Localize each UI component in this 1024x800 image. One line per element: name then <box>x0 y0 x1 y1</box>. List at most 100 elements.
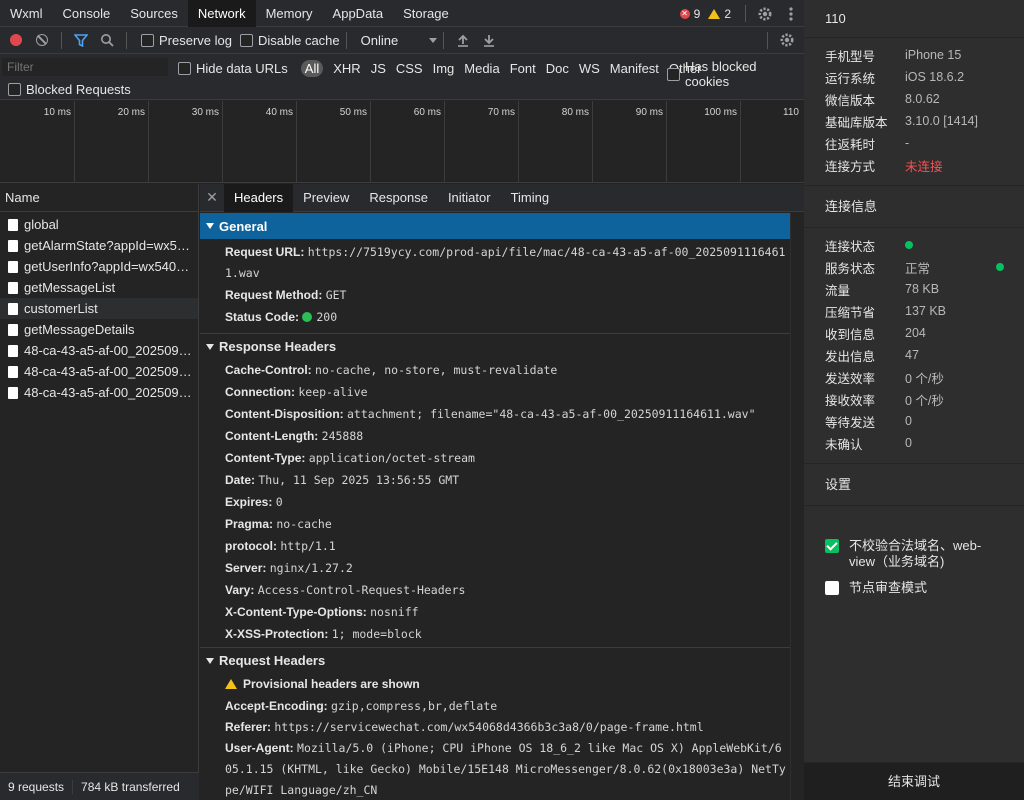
disable-cache-toggle[interactable]: Disable cache <box>239 32 340 48</box>
request-name: getMessageList <box>24 280 116 295</box>
record-button[interactable] <box>3 27 29 53</box>
request-row[interactable]: getMessageList <box>0 277 198 298</box>
filter-button[interactable] <box>68 27 94 53</box>
header-row: Expires: 0 <box>200 491 790 513</box>
clear-button[interactable] <box>29 27 55 53</box>
filter-type-font[interactable]: Font <box>510 61 536 76</box>
connection-status-icon <box>905 241 913 249</box>
blocked-requests-checkbox[interactable] <box>8 83 21 96</box>
skip-domain-check-checkbox[interactable] <box>825 539 839 553</box>
info-value: 47 <box>905 348 919 362</box>
info-key: 连接方式 <box>825 159 876 174</box>
network-toolbar: Preserve log Disable cache Online <box>0 27 804 54</box>
tab-appdata[interactable]: AppData <box>323 0 394 27</box>
provisional-warning: Provisional headers are shown <box>200 673 790 695</box>
request-row[interactable]: getAlarmState?appId=wx5406... <box>0 235 198 256</box>
tab-headers[interactable]: Headers <box>224 183 294 212</box>
tab-console[interactable]: Console <box>53 0 121 27</box>
detail-scrollbar[interactable] <box>790 213 804 800</box>
file-icon <box>8 386 18 399</box>
has-blocked-cookies-checkbox[interactable] <box>667 67 680 81</box>
status-code-row: Status Code: 200 <box>200 306 790 328</box>
node-audit-label: 节点审查模式 <box>849 580 928 595</box>
gear-icon <box>780 33 794 47</box>
request-name: 48-ca-43-a5-af-00_2025091... <box>24 343 194 358</box>
tab-wxml[interactable]: Wxml <box>0 0 53 27</box>
export-har-button[interactable] <box>476 27 502 53</box>
end-debug-button[interactable]: 结束调试 <box>804 762 1024 800</box>
filter-type-manifest[interactable]: Manifest <box>610 61 659 76</box>
request-row-selected[interactable]: customerList <box>0 298 198 319</box>
preserve-log-toggle[interactable]: Preserve log <box>141 33 232 48</box>
filter-type-img[interactable]: Img <box>433 61 455 76</box>
tab-response[interactable]: Response <box>359 184 438 212</box>
import-har-button[interactable] <box>450 27 476 53</box>
info-value: 137 KB <box>905 304 947 318</box>
header-row: Vary: Access-Control-Request-Headers <box>200 579 790 601</box>
header-key: Expires: <box>225 495 273 509</box>
error-count[interactable]: 9 <box>694 7 701 21</box>
disable-cache-label: Disable cache <box>257 32 340 48</box>
request-row[interactable]: getUserInfo?appId=wx54068d... <box>0 256 198 277</box>
request-row[interactable]: 48-ca-43-a5-af-00_2025091... <box>0 382 198 403</box>
disable-cache-checkbox[interactable] <box>239 33 253 47</box>
header-key: Request URL: <box>225 245 305 259</box>
header-value: application/octet-stream <box>308 451 475 465</box>
tab-preview[interactable]: Preview <box>293 184 359 212</box>
name-column-header[interactable]: Name <box>0 184 198 212</box>
filter-type-media[interactable]: Media <box>464 61 499 76</box>
header-key: Date: <box>225 473 256 487</box>
settings-gear-icon[interactable] <box>752 1 778 27</box>
filter-type-ws[interactable]: WS <box>579 61 600 76</box>
info-key: 未确认 <box>825 437 863 452</box>
warning-count[interactable]: 2 <box>724 7 731 21</box>
request-row[interactable]: 48-ca-43-a5-af-00_2025091... <box>0 340 198 361</box>
hide-data-urls-checkbox[interactable] <box>178 61 191 75</box>
throttling-select[interactable]: Online <box>361 33 437 48</box>
request-headers-list: Accept-Encoding: gzip,compress,br,deflat… <box>200 695 790 800</box>
info-row: 连接状态 <box>825 234 1024 256</box>
node-audit-option[interactable]: 节点审查模式 <box>804 580 1024 596</box>
timeline-overview[interactable]: 10 ms 20 ms 30 ms 40 ms 50 ms 60 ms 70 m… <box>0 101 804 183</box>
filter-type-doc[interactable]: Doc <box>546 61 569 76</box>
header-row: X-XSS-Protection: 1; mode=block <box>200 623 790 645</box>
info-key: 往返耗时 <box>825 137 876 152</box>
filter-type-all[interactable]: All <box>300 59 324 77</box>
filter-type-css[interactable]: CSS <box>396 61 423 76</box>
expand-triangle-icon <box>206 223 214 229</box>
filter-input[interactable] <box>2 58 168 76</box>
header-value: no-cache, no-store, must-revalidate <box>315 363 558 377</box>
info-value: iPhone 15 <box>905 48 962 62</box>
request-row[interactable]: 48-ca-43-a5-af-00_2025091... <box>0 361 198 382</box>
header-key: Server: <box>225 561 267 575</box>
request-row[interactable]: getMessageDetails <box>0 319 198 340</box>
response-headers-section-header[interactable]: Response Headers <box>200 333 790 359</box>
close-icon[interactable]: ✕ <box>200 189 224 206</box>
header-key: protocol: <box>225 539 277 553</box>
tab-timing[interactable]: Timing <box>501 184 560 212</box>
info-row: 运行系统 iOS 18.6.2 <box>825 66 1024 88</box>
filter-type-js[interactable]: JS <box>371 61 386 76</box>
request-headers-section-header[interactable]: Request Headers <box>200 647 790 673</box>
blocked-requests-toggle[interactable]: Blocked Requests <box>8 82 131 97</box>
preserve-log-checkbox[interactable] <box>141 33 154 47</box>
node-audit-checkbox[interactable] <box>825 581 839 595</box>
more-options-icon[interactable] <box>778 1 804 27</box>
skip-domain-check-option[interactable]: 不校验合法域名、web-view（业务域名) <box>804 538 1024 570</box>
network-summary-bar: 9 requests 784 kB transferred <box>0 772 199 800</box>
request-row[interactable]: global <box>0 214 198 235</box>
info-row: 基础库版本 3.10.0 [1414] <box>825 110 1024 132</box>
info-value: - <box>905 136 910 150</box>
has-blocked-cookies-toggle[interactable]: Has blocked cookies <box>667 59 804 89</box>
search-button[interactable] <box>94 27 120 53</box>
section-title: Request Headers <box>219 653 326 668</box>
tab-network[interactable]: Network <box>187 0 256 27</box>
tab-sources[interactable]: Sources <box>120 0 188 27</box>
network-settings-button[interactable] <box>774 27 800 53</box>
info-value <box>905 238 913 252</box>
general-section-header[interactable]: General <box>200 213 790 239</box>
tab-initiator[interactable]: Initiator <box>438 184 501 212</box>
filter-type-xhr[interactable]: XHR <box>333 61 360 76</box>
tab-memory[interactable]: Memory <box>256 0 323 27</box>
tab-storage[interactable]: Storage <box>393 0 459 27</box>
